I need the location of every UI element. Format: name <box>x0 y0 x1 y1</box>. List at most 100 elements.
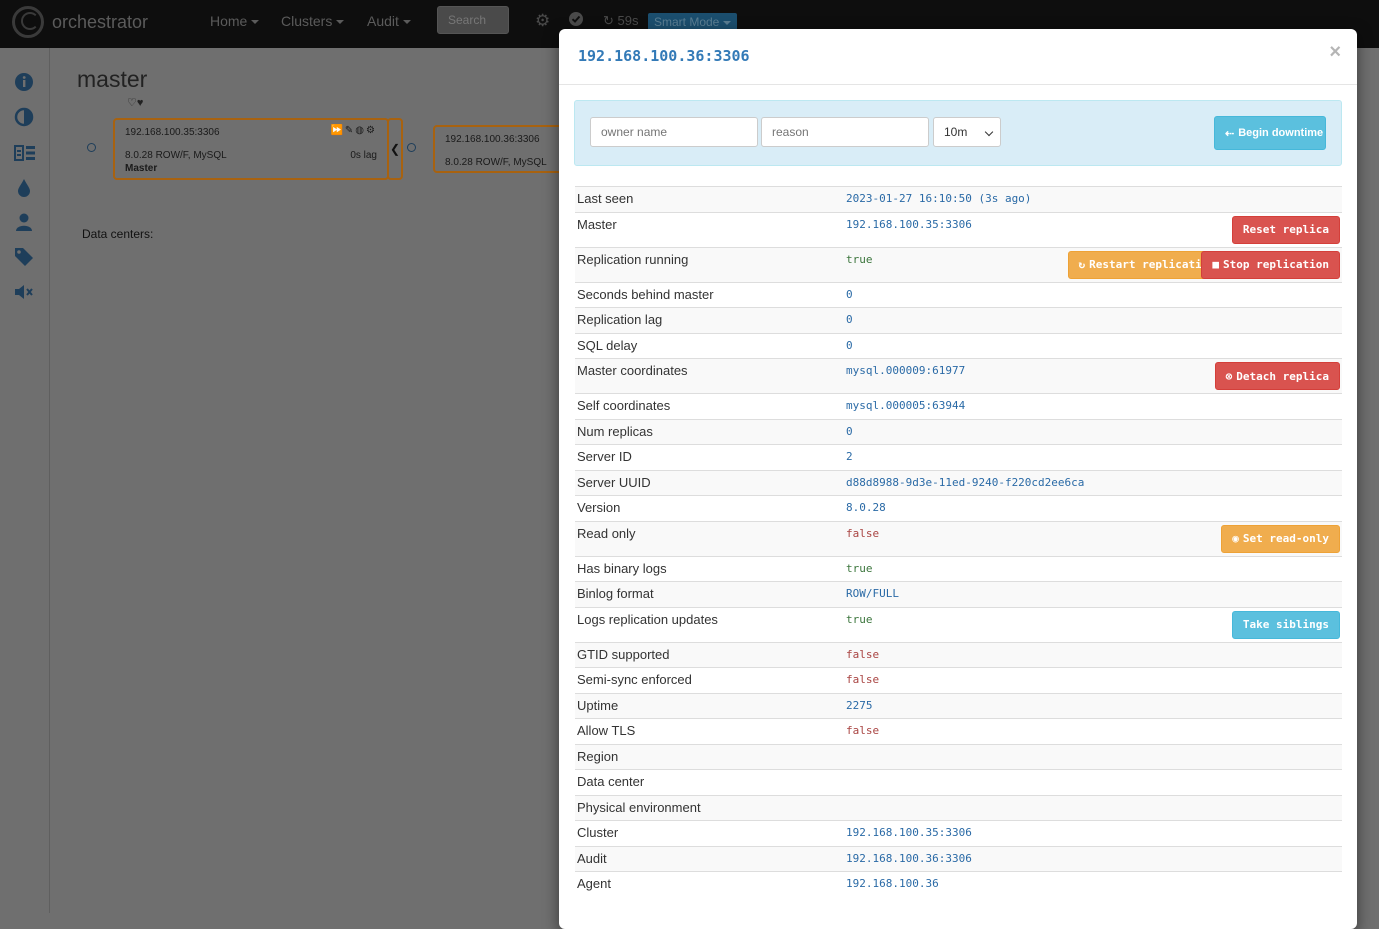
table-row: Num replicas 0 <box>575 418 1342 445</box>
tag-icon[interactable] <box>14 247 34 267</box>
row-key: Binlog format <box>575 581 843 607</box>
nav-menu-audit[interactable]: Audit <box>367 13 411 29</box>
row-value: 2275 <box>843 692 1342 719</box>
info-icon[interactable] <box>14 72 34 92</box>
row-value <box>843 743 1342 770</box>
nav-menu-home[interactable]: Home <box>210 13 260 29</box>
row-value: true <box>846 252 873 266</box>
row-key: Region <box>575 743 843 770</box>
row-key: Server UUID <box>575 469 843 496</box>
row-key: Master coordinates <box>575 358 843 394</box>
reason-input[interactable] <box>761 117 929 147</box>
pencil-icon[interactable]: ✎ <box>345 125 355 136</box>
begin-downtime-button[interactable]: ⇠ Begin downtime <box>1214 116 1326 150</box>
row-key: Agent <box>575 871 843 897</box>
row-key: Master <box>575 211 843 247</box>
row-value: 0 <box>843 332 1342 359</box>
gear-icon[interactable]: ⚙ <box>535 11 550 31</box>
collapse-chevron-left-icon[interactable]: ❮ <box>387 118 403 180</box>
row-key: Has binary logs <box>575 555 843 582</box>
refresh-icon: ↻ <box>1078 258 1086 271</box>
row-value: false <box>843 667 1342 693</box>
row-key: Read only <box>575 520 843 556</box>
row-value: true <box>843 555 1342 582</box>
mute-icon[interactable] <box>14 282 34 302</box>
set-read-only-button[interactable]: ◉ Set read-only <box>1221 524 1340 553</box>
chevron-down-icon <box>984 127 994 137</box>
row-value: 2 <box>843 444 1342 470</box>
user-icon[interactable] <box>14 212 34 232</box>
brand[interactable]: orchestrator <box>12 6 148 38</box>
downtime-duration-select[interactable]: 10m <box>933 117 1001 147</box>
table-row: Version 8.0.28 <box>575 495 1342 521</box>
row-value: 0 <box>843 307 1342 333</box>
row-value: mysql.000005:63944 <box>843 393 1342 419</box>
search-input[interactable]: Search <box>437 6 509 34</box>
globe-icon[interactable]: ◍ <box>355 125 366 136</box>
caret-down-icon <box>251 20 260 25</box>
instance-node-master[interactable]: 192.168.100.35:3306 ⏩✎◍⚙ 8.0.28 ROW/F, M… <box>113 118 389 180</box>
row-key: Physical environment <box>575 794 843 821</box>
table-row: Allow TLS false <box>575 718 1342 744</box>
table-row: Has binary logs true <box>575 555 1342 582</box>
detach-replica-button[interactable]: ⊗ Detach replica <box>1214 362 1340 390</box>
table-row: Replication lag 0 <box>575 307 1342 333</box>
downtime-panel: 10m ⇠Begin downtime <box>574 100 1342 166</box>
instance-node-replica[interactable]: 192.168.100.36:3306 8.0.28 ROW/F, MySQL <box>433 125 573 173</box>
table-row: Cluster 192.168.100.35:3306 <box>575 820 1342 846</box>
stop-replication-button[interactable]: ■ Stop replication <box>1201 250 1340 279</box>
cluster-link[interactable]: 192.168.100.35:3306 <box>843 820 1342 846</box>
refresh-timer[interactable]: ↻ 59s <box>603 13 639 29</box>
row-value: false <box>843 718 1342 744</box>
instance-info-table: Last seen 2023-01-27 16:10:50 (3s ago) Ma… <box>575 186 1342 897</box>
nav-menu-clusters[interactable]: Clusters <box>281 13 345 29</box>
row-key: GTID supported <box>575 641 843 668</box>
node-connector <box>87 143 96 152</box>
node-connector <box>407 143 416 152</box>
modal-header: 192.168.100.36:3306 × <box>559 29 1357 85</box>
cog-icon[interactable]: ⚙ <box>366 125 377 136</box>
row-key: Seconds behind master <box>575 281 843 308</box>
agent-link[interactable]: 192.168.100.36 <box>843 871 1342 897</box>
table-row: Agent 192.168.100.36 <box>575 871 1342 897</box>
row-key: Cluster <box>575 820 843 846</box>
row-value: 0 <box>843 418 1342 445</box>
table-row: Region <box>575 743 1342 770</box>
node-address: 192.168.100.35:3306 <box>125 127 220 138</box>
row-key: Replication running <box>575 246 843 282</box>
row-value: false <box>843 641 1342 668</box>
close-icon[interactable]: × <box>1329 41 1341 64</box>
table-row: Replication running true ↻ Restart replic… <box>575 246 1342 282</box>
contrast-icon[interactable] <box>14 107 34 127</box>
caret-down-icon <box>336 20 345 25</box>
row-key: Server ID <box>575 444 843 470</box>
caret-down-icon <box>723 20 732 25</box>
row-key: Self coordinates <box>575 393 843 419</box>
node-role: Master <box>125 163 158 174</box>
audit-link[interactable]: 192.168.100.36:3306 <box>843 845 1342 872</box>
row-key: Audit <box>575 845 843 872</box>
table-row: Data center <box>575 769 1342 795</box>
node-address: 192.168.100.36:3306 <box>445 134 540 145</box>
owner-name-input[interactable] <box>590 117 758 147</box>
reset-replica-button[interactable]: Reset replica <box>1231 215 1340 244</box>
row-value: 2023-01-27 16:10:50 (3s ago) <box>843 186 1342 212</box>
tiles-icon[interactable] <box>14 143 35 163</box>
table-row: Read only false ◉ Set read-only <box>575 520 1342 556</box>
row-key: Logs replication updates <box>575 606 843 642</box>
row-value[interactable]: 192.168.100.35:3306 <box>846 218 972 231</box>
row-value: 8.0.28 <box>843 495 1342 521</box>
row-value: 0 <box>843 281 1342 308</box>
brand-name: orchestrator <box>52 11 149 32</box>
row-key: Data center <box>575 769 843 795</box>
table-row: Master 192.168.100.35:3306 Reset replica <box>575 211 1342 247</box>
heart-outline-icon: ♡ <box>127 97 137 109</box>
drop-icon[interactable] <box>14 178 34 198</box>
modal-title: 192.168.100.36:3306 <box>578 47 750 65</box>
row-key: Allow TLS <box>575 718 843 744</box>
take-siblings-button[interactable]: Take siblings <box>1231 610 1340 639</box>
forward-icon[interactable]: ⏩ <box>330 125 344 136</box>
table-row: Semi-sync enforced false <box>575 667 1342 693</box>
table-row: Self coordinates mysql.000005:63944 <box>575 393 1342 419</box>
row-value <box>843 794 1342 821</box>
